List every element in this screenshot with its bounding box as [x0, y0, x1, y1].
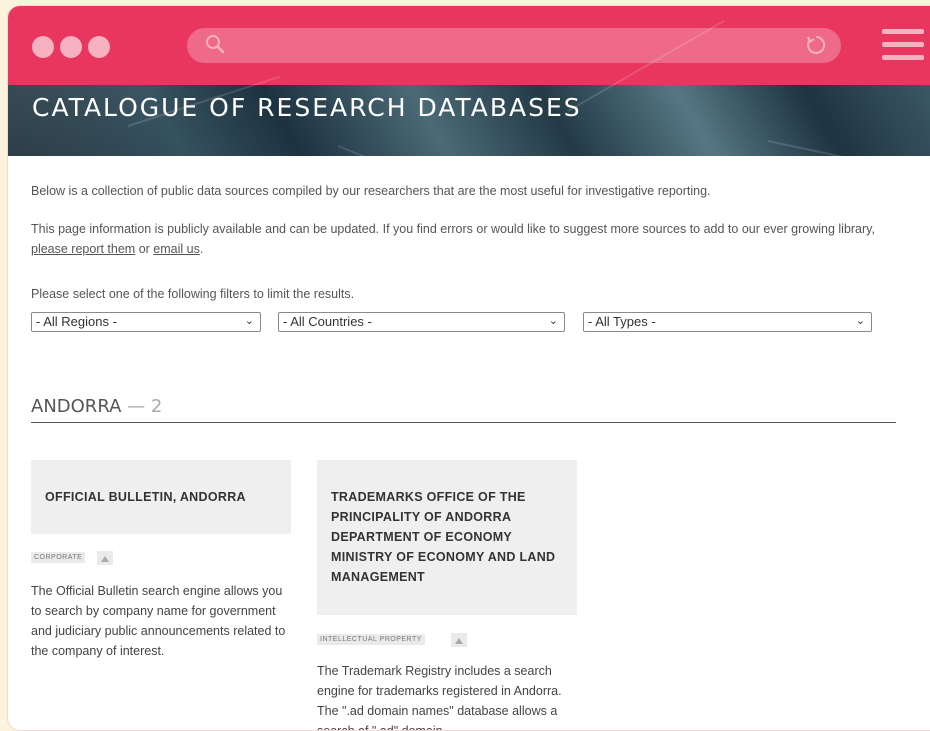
card-description: The Trademark Registry includes a search…	[317, 664, 562, 730]
section-heading: ANDORRA — 2	[31, 396, 162, 417]
maximize-dot[interactable]	[88, 36, 110, 58]
region-filter-select[interactable]: - All Regions - ⌄	[31, 312, 261, 332]
type-filter-value: - All Types -	[588, 314, 656, 329]
browser-window: CATALOGUE OF RESEARCH DATABASES Below is…	[8, 6, 930, 730]
minimize-dot[interactable]	[60, 36, 82, 58]
search-icon	[205, 34, 225, 59]
close-dot[interactable]	[32, 36, 54, 58]
page-title: CATALOGUE OF RESEARCH DATABASES	[32, 93, 582, 122]
card-tag[interactable]: INTELLECTUAL PROPERTY	[317, 634, 425, 645]
email-link[interactable]: email us	[153, 242, 200, 256]
report-link[interactable]: please report them	[31, 242, 135, 256]
building-icon	[97, 551, 113, 565]
section-separator: —	[121, 396, 151, 417]
address-bar[interactable]	[187, 28, 841, 63]
building-icon	[451, 633, 467, 647]
hero-banner: CATALOGUE OF RESEARCH DATABASES	[8, 20, 930, 192]
filter-prompt: Please select one of the following filte…	[31, 287, 355, 301]
section-count: 2	[150, 396, 163, 417]
region-filter-value: - All Regions -	[36, 314, 117, 329]
country-filter-value: - All Countries -	[283, 314, 372, 329]
card-title[interactable]: TRADEMARKS OFFICE OF THE PRINCIPALITY OF…	[317, 460, 577, 615]
browser-toolbar	[8, 6, 930, 85]
chevron-down-icon: ⌄	[244, 315, 254, 327]
card-title[interactable]: OFFICIAL BULLETIN, ANDORRA	[31, 460, 291, 534]
card-tag[interactable]: CORPORATE	[31, 552, 86, 563]
chevron-down-icon: ⌄	[855, 315, 865, 327]
card-description: The Official Bulletin search engine allo…	[31, 584, 286, 658]
country-filter-select[interactable]: - All Countries - ⌄	[278, 312, 565, 332]
hamburger-menu-icon[interactable]	[882, 29, 924, 68]
intro-text: Below is a collection of public data sou…	[31, 184, 711, 198]
reload-icon[interactable]	[805, 34, 827, 61]
section-name: ANDORRA	[31, 396, 122, 417]
chevron-down-icon: ⌄	[548, 315, 558, 327]
intro-note: This page information is publicly availa…	[31, 222, 875, 256]
section-divider	[31, 422, 896, 423]
type-filter-select[interactable]: - All Types - ⌄	[583, 312, 872, 332]
window-controls	[32, 36, 110, 58]
